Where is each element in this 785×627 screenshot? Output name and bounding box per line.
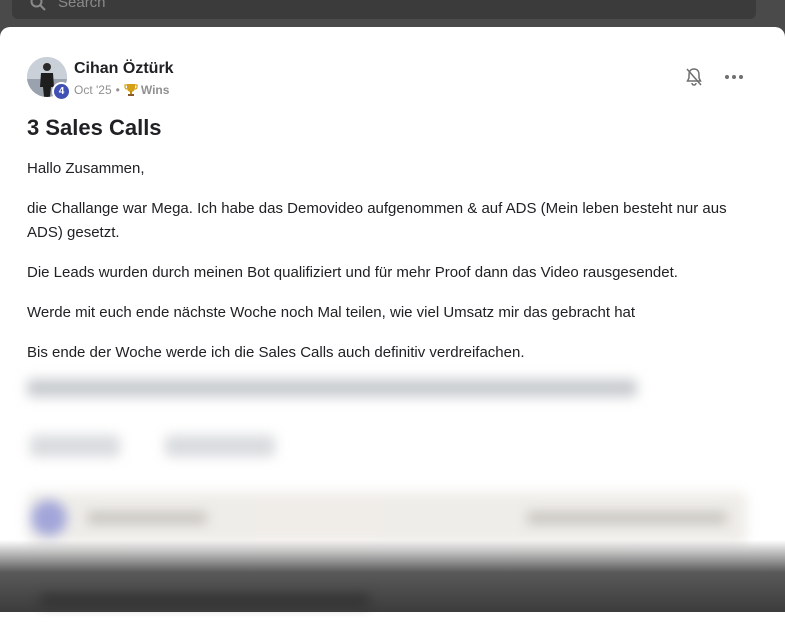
blurred-comment-text [87, 512, 207, 524]
search-bar[interactable]: Search [12, 0, 756, 19]
bell-off-icon[interactable] [684, 67, 704, 87]
post-title: 3 Sales Calls [27, 115, 162, 140]
post-body: Hallo Zusammen, die Challange war Mega. … [27, 157, 757, 381]
blurred-text-line [27, 379, 637, 397]
blurred-comment-action [527, 512, 727, 524]
trophy-icon [124, 84, 138, 96]
author-name[interactable]: Cihan Öztürk [74, 60, 174, 78]
blurred-bottom-text [40, 595, 370, 605]
post-card: 4 Cihan Öztürk Oct '25 • Wins 3 Sales Ca… [0, 27, 785, 627]
blurred-comment-box [27, 492, 747, 544]
post-date: Oct '25 [74, 83, 112, 97]
post-paragraph: Bis ende der Woche werde ich die Sales C… [27, 344, 525, 361]
post-paragraph: Hallo Zusammen, [27, 160, 145, 177]
meta-separator: • [115, 83, 120, 97]
post-meta: Oct '25 • Wins [74, 83, 169, 97]
level-badge: 4 [52, 82, 71, 101]
post-paragraph: Werde mit euch ende nächste Woche noch M… [27, 304, 636, 321]
post-paragraph: Die Leads wurden durch meinen Bot qualif… [27, 264, 678, 281]
blurred-like-button [30, 435, 120, 457]
post-paragraph: die Challange war Mega. Ich habe das Dem… [27, 200, 727, 241]
search-input[interactable]: Search [58, 0, 106, 11]
more-horizontal-icon[interactable] [724, 72, 744, 82]
search-icon [30, 0, 46, 11]
blurred-comment-avatar [31, 500, 67, 536]
post-header: 4 Cihan Öztürk Oct '25 • Wins [27, 57, 757, 102]
post-category[interactable]: Wins [141, 83, 170, 97]
blurred-comment-button [165, 435, 275, 457]
